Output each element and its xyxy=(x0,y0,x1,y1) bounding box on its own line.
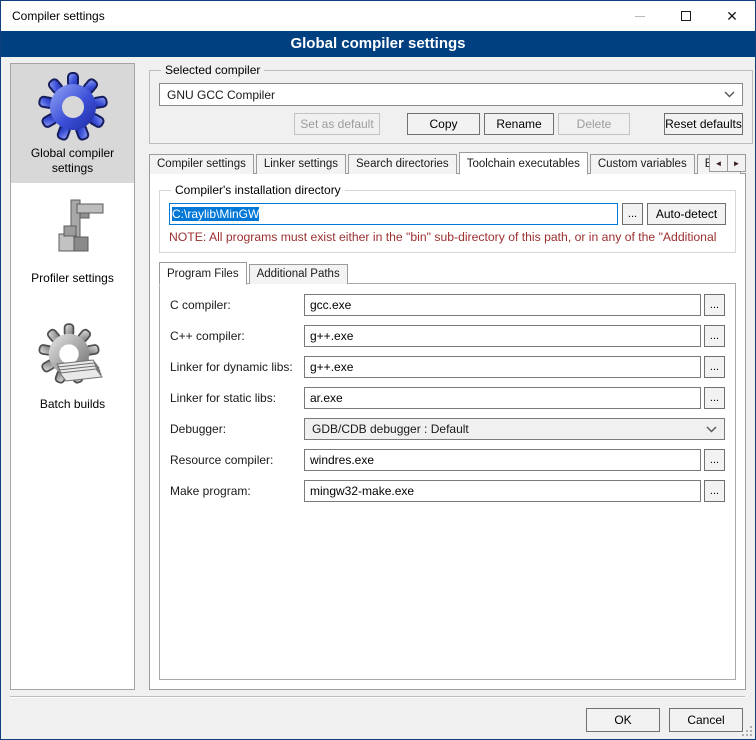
page-title: Global compiler settings xyxy=(1,31,755,57)
browse-directory-button[interactable]: ... xyxy=(622,203,643,225)
arrow-right-icon: ► xyxy=(733,159,741,168)
selected-path-text: C:\raylib\MinGW xyxy=(172,207,259,221)
installation-directory-input[interactable]: C:\raylib\MinGW xyxy=(169,203,618,225)
installation-directory-group: Compiler's installation directory C:\ray… xyxy=(159,183,736,253)
form-row-cpp-compiler: C++ compiler: ... xyxy=(170,325,725,347)
tab-linker-settings[interactable]: Linker settings xyxy=(256,154,346,174)
tab-toolchain-executables[interactable]: Toolchain executables xyxy=(459,152,588,175)
sidebar-item-global-compiler-settings[interactable]: Global compiler settings xyxy=(11,64,134,183)
window-controls: ✕ xyxy=(617,1,755,31)
static-linker-browse-button[interactable]: ... xyxy=(704,387,725,409)
delete-button: Delete xyxy=(558,113,630,135)
compiler-settings-dialog: Compiler settings ✕ Global compiler sett… xyxy=(0,0,756,740)
program-files-page: C compiler: ... C++ compiler: ... Linker… xyxy=(159,283,736,680)
main-content: Selected compiler GNU GCC Compiler Set a… xyxy=(149,63,746,690)
titlebar: Compiler settings ✕ xyxy=(1,1,755,31)
bin-subdirectory-note: NOTE: All programs must exist either in … xyxy=(169,230,726,244)
cpp-compiler-input[interactable] xyxy=(304,325,701,347)
compiler-select-value: GNU GCC Compiler xyxy=(167,88,275,102)
footer-divider xyxy=(10,696,745,698)
rename-button[interactable]: Rename xyxy=(484,113,554,135)
tab-scroll-right-button[interactable]: ► xyxy=(727,154,746,172)
form-row-dynamic-linker: Linker for dynamic libs: ... xyxy=(170,356,725,378)
chevron-down-icon xyxy=(724,91,735,98)
installation-directory-legend: Compiler's installation directory xyxy=(171,183,345,197)
arrow-left-icon: ◄ xyxy=(715,159,723,168)
field-label: C compiler: xyxy=(170,298,304,312)
make-program-input[interactable] xyxy=(304,480,701,502)
grey-gear-stack-icon xyxy=(37,322,109,394)
sidebar-item-label: Profiler settings xyxy=(13,271,132,286)
dynamic-linker-browse-button[interactable]: ... xyxy=(704,356,725,378)
selected-compiler-legend: Selected compiler xyxy=(161,63,264,77)
resource-compiler-browse-button[interactable]: ... xyxy=(704,449,725,471)
c-compiler-browse-button[interactable]: ... xyxy=(704,294,725,316)
sidebar-item-label: Global compiler settings xyxy=(13,146,132,176)
field-label: Debugger: xyxy=(170,422,304,436)
selected-compiler-group: Selected compiler GNU GCC Compiler Set a… xyxy=(149,63,753,144)
minimize-icon xyxy=(635,16,645,17)
close-button[interactable]: ✕ xyxy=(709,1,755,31)
auto-detect-button[interactable]: Auto-detect xyxy=(647,203,726,225)
tab-additional-paths[interactable]: Additional Paths xyxy=(249,264,348,284)
tab-program-files[interactable]: Program Files xyxy=(159,262,247,285)
sidebar-item-label: Batch builds xyxy=(13,397,132,412)
dynamic-linker-input[interactable] xyxy=(304,356,701,378)
chevron-down-icon xyxy=(706,426,717,433)
field-label: C++ compiler: xyxy=(170,329,304,343)
program-files-tabstrip: Program Files Additional Paths xyxy=(159,262,736,284)
cpp-compiler-browse-button[interactable]: ... xyxy=(704,325,725,347)
reset-defaults-button[interactable]: Reset defaults xyxy=(664,113,743,135)
copy-button[interactable]: Copy xyxy=(407,113,480,135)
resource-compiler-input[interactable] xyxy=(304,449,701,471)
resize-grip[interactable] xyxy=(742,726,752,736)
tab-custom-variables[interactable]: Custom variables xyxy=(590,154,695,174)
compiler-select[interactable]: GNU GCC Compiler xyxy=(159,83,743,106)
tab-scroll-left-button[interactable]: ◄ xyxy=(709,154,728,172)
field-label: Linker for dynamic libs: xyxy=(170,360,304,374)
make-program-browse-button[interactable]: ... xyxy=(704,480,725,502)
maximize-button[interactable] xyxy=(663,1,709,31)
form-row-static-linker: Linker for static libs: ... xyxy=(170,387,725,409)
caliper-icon xyxy=(37,196,109,268)
sidebar-item-batch-builds[interactable]: Batch builds xyxy=(11,315,134,419)
form-row-resource-compiler: Resource compiler: ... xyxy=(170,449,725,471)
set-as-default-button: Set as default xyxy=(294,113,380,135)
sidebar-item-profiler-settings[interactable]: Profiler settings xyxy=(11,189,134,293)
ok-button[interactable]: OK xyxy=(586,708,660,732)
tab-search-directories[interactable]: Search directories xyxy=(348,154,457,174)
settings-tabstrip: Compiler settings Linker settings Search… xyxy=(149,152,746,174)
debugger-select-value: GDB/CDB debugger : Default xyxy=(312,422,469,436)
close-icon: ✕ xyxy=(726,9,738,23)
field-label: Make program: xyxy=(170,484,304,498)
debugger-select[interactable]: GDB/CDB debugger : Default xyxy=(304,418,725,440)
minimize-button[interactable] xyxy=(617,1,663,31)
field-label: Linker for static libs: xyxy=(170,391,304,405)
maximize-icon xyxy=(681,11,691,21)
c-compiler-input[interactable] xyxy=(304,294,701,316)
cancel-button[interactable]: Cancel xyxy=(669,708,743,732)
toolchain-executables-page: Compiler's installation directory C:\ray… xyxy=(149,173,746,690)
window-title: Compiler settings xyxy=(1,9,617,23)
field-label: Resource compiler: xyxy=(170,453,304,467)
static-linker-input[interactable] xyxy=(304,387,701,409)
tab-scroll-arrows: ◄ ► xyxy=(710,154,746,172)
form-row-debugger: Debugger: GDB/CDB debugger : Default xyxy=(170,418,725,440)
blue-gear-icon xyxy=(37,71,109,143)
tab-compiler-settings[interactable]: Compiler settings xyxy=(149,154,254,174)
form-row-c-compiler: C compiler: ... xyxy=(170,294,725,316)
form-row-make-program: Make program: ... xyxy=(170,480,725,502)
compiler-buttons-row: Set as default Copy Rename Delete Reset … xyxy=(159,113,743,135)
settings-category-sidebar: Global compiler settings Profiler settin… xyxy=(10,63,135,690)
